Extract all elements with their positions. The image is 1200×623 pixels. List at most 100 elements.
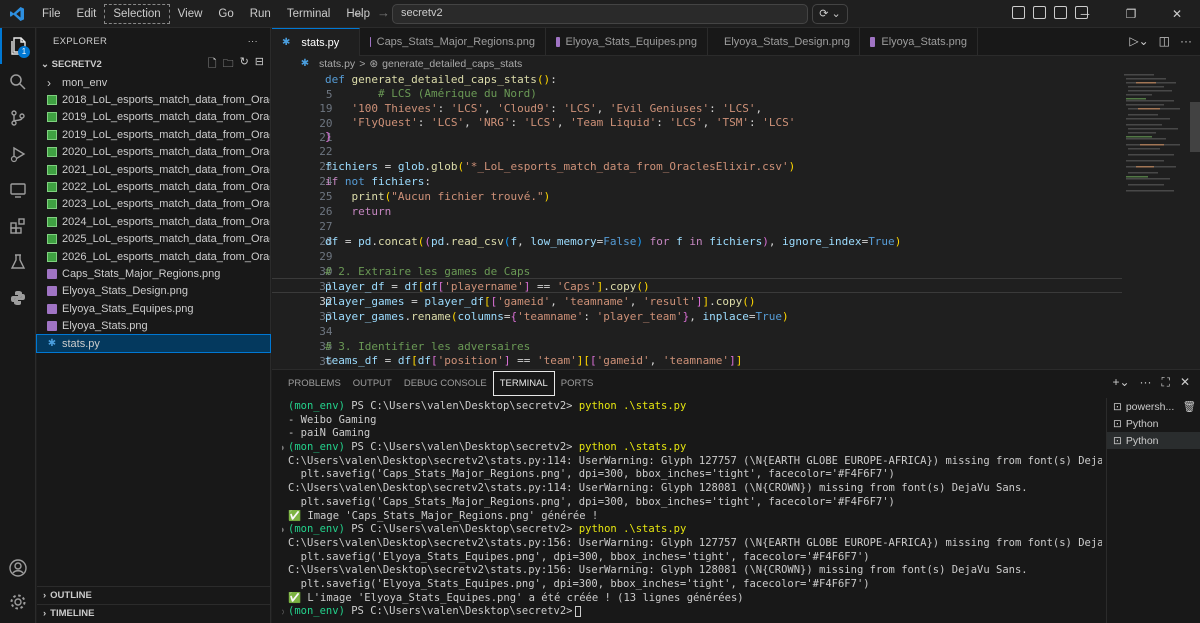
tree-file[interactable]: 2019_LoL_esports_match_data_from_Oracles… [37, 109, 270, 126]
tab-terminal[interactable]: TERMINAL [492, 370, 555, 396]
tab-elyoya-design[interactable]: Elyoya_Stats_Design.png [708, 28, 860, 56]
forward-arrow-icon[interactable]: → [377, 5, 390, 20]
command-decoration-icon: ○ [282, 605, 284, 619]
code-line: 25 if not fichiers: [272, 174, 1122, 203]
timeline-section[interactable]: › TIMELINE [37, 604, 271, 621]
back-arrow-icon[interactable]: ← [352, 5, 365, 20]
remote-explorer-activity[interactable] [0, 172, 36, 208]
explorer-more-icon[interactable]: ··· [248, 36, 258, 47]
terminal-output[interactable]: (mon_env) PS C:\Users\valen\Desktop\secr… [282, 400, 1102, 622]
tree-file[interactable]: ✱ stats.py [36, 333, 271, 354]
minimize-icon[interactable]: ─ [1062, 0, 1108, 28]
terminal-instance-python-active[interactable]: ⊡ Python [1107, 432, 1200, 449]
explorer-activity[interactable]: 1 [0, 28, 36, 64]
menu-run[interactable]: Run [242, 5, 279, 23]
collapse-all-icon[interactable]: ⊟ [255, 55, 264, 74]
manage-activity[interactable] [0, 584, 36, 620]
python-activity[interactable] [0, 280, 36, 316]
tab-output[interactable]: OUTPUT [347, 372, 398, 395]
terminal-line: C:\Users\valen\Desktop\secretv2\stats.py… [288, 482, 1028, 495]
maximize-panel-icon[interactable]: ⛶ [1162, 375, 1170, 390]
new-file-icon[interactable]: 🗋 [208, 55, 217, 74]
tree-file[interactable]: 2018_LoL_esports_match_data_from_Oracles… [37, 91, 270, 108]
panel-more-icon[interactable]: ··· [1140, 375, 1152, 390]
editor-tabs: ✱ stats.py Caps_Stats_Major_Regions.png … [272, 28, 1200, 56]
tree-file[interactable]: 2023_LoL_esports_match_data_from_Oracles… [37, 196, 270, 213]
new-terminal-icon[interactable]: +⌄ [1112, 375, 1129, 390]
more-actions-icon[interactable]: ··· [1180, 34, 1192, 48]
tree-file[interactable]: 2024_LoL_esports_match_data_from_Oracles… [37, 213, 270, 230]
close-panel-icon[interactable]: ✕ [1180, 375, 1190, 390]
tree-item-label: 2022_LoL_esports_match_data_from_Oracles… [62, 181, 270, 194]
editor-scrollbar[interactable] [1190, 102, 1200, 152]
menu-view[interactable]: View [170, 5, 211, 23]
menu-edit[interactable]: Edit [69, 5, 105, 23]
outline-section[interactable]: › OUTLINE [37, 586, 271, 603]
extensions-icon [10, 218, 25, 234]
tab-stats-py[interactable]: ✱ stats.py [272, 28, 360, 56]
image-file-icon [47, 321, 57, 332]
tree-file[interactable]: 2021_LoL_esports_match_data_from_Oracles… [37, 161, 270, 178]
split-editor-icon[interactable]: ◫ [1159, 34, 1170, 48]
menu-file[interactable]: File [34, 5, 69, 23]
python-icon [11, 291, 25, 305]
refresh-icon[interactable]: ↻ [240, 55, 249, 74]
copilot-button[interactable]: ⟳ ⌄ [812, 4, 848, 24]
tree-folder-mon_env[interactable]: › mon_env [37, 74, 270, 91]
menu-selection[interactable]: Selection [104, 3, 170, 24]
chevron-down-icon: ⌄ [41, 58, 52, 70]
tree-file[interactable]: Elyoya_Stats_Design.png [37, 283, 270, 300]
menu-go[interactable]: Go [210, 5, 241, 23]
tree-file[interactable]: Caps_Stats_Major_Regions.png [37, 265, 270, 282]
code-line: 29 df = pd.concat((pd.read_csv(f, low_me… [272, 234, 1122, 263]
code-editor[interactable]: 5 def generate_detailed_caps_stats(): 19… [272, 72, 1200, 382]
terminal-instance-powershell[interactable]: ⊡ powersh... 🗑 [1107, 398, 1200, 415]
tree-file[interactable]: 2025_LoL_esports_match_data_from_Oracles… [37, 231, 270, 248]
gear-icon [10, 594, 26, 610]
source-control-activity[interactable] [0, 100, 36, 136]
command-center-search[interactable]: secretv2 [392, 4, 808, 24]
run-debug-activity[interactable] [0, 136, 36, 172]
trash-icon[interactable]: 🗑 [1183, 400, 1196, 413]
restore-icon[interactable]: ❐ [1108, 0, 1154, 28]
accounts-activity[interactable] [0, 550, 36, 586]
terminal-instance-python[interactable]: ⊡ Python [1107, 415, 1200, 432]
close-icon[interactable]: ✕ [1154, 0, 1200, 28]
breadcrumb-symbol[interactable]: generate_detailed_caps_stats [382, 58, 522, 70]
breadcrumb-separator: > [359, 58, 366, 70]
new-folder-icon[interactable]: 🗀 [223, 55, 234, 74]
testing-activity[interactable] [0, 244, 36, 280]
breadcrumb-file[interactable]: stats.py [319, 58, 355, 70]
toggle-primary-sidebar-icon[interactable] [1012, 6, 1025, 19]
csv-file-icon [47, 95, 57, 106]
minimap[interactable] [1122, 72, 1186, 202]
tab-elyoya-equipes[interactable]: Elyoya_Stats_Equipes.png [546, 28, 708, 56]
tree-file[interactable]: 2026_LoL_esports_match_data_from_Oracles… [37, 248, 270, 265]
extensions-activity[interactable] [0, 208, 36, 244]
tree-item-label: Elyoya_Stats_Design.png [62, 285, 188, 298]
search-activity[interactable] [0, 64, 36, 100]
tab-ports[interactable]: PORTS [555, 372, 600, 395]
workspace-folder[interactable]: ⌄ SECRETV2 🗋 🗀 ↻ ⊟ [37, 54, 270, 74]
tree-file[interactable]: 2022_LoL_esports_match_data_from_Oracles… [37, 178, 270, 195]
csv-file-icon [47, 147, 57, 158]
tree-item-label: 2018_LoL_esports_match_data_from_Oracles… [62, 94, 270, 107]
terminal-line: C:\Users\valen\Desktop\secretv2\stats.py… [288, 564, 1028, 577]
menu-terminal[interactable]: Terminal [279, 5, 338, 23]
tab-elyoya-stats[interactable]: Elyoya_Stats.png [860, 28, 978, 56]
tree-file[interactable]: 2019_LoL_esports_match_data_from_Oracles… [37, 126, 270, 143]
tree-item-label: Caps_Stats_Major_Regions.png [62, 267, 221, 280]
tab-debug-console[interactable]: DEBUG CONSOLE [398, 372, 493, 395]
code-line: 31 # 2. Extraire les games de Caps [272, 264, 1122, 293]
tab-problems[interactable]: PROBLEMS [282, 372, 347, 395]
csv-file-icon [47, 216, 57, 227]
title-bar: File Edit Selection View Go Run Terminal… [0, 0, 1200, 28]
toggle-panel-icon[interactable] [1033, 6, 1046, 19]
terminal-icon: ⊡ [1113, 434, 1122, 447]
tree-file[interactable]: Elyoya_Stats_Equipes.png [37, 300, 270, 317]
tree-file[interactable]: Elyoya_Stats.png [37, 317, 270, 334]
run-python-icon[interactable]: ▷⌄ [1129, 34, 1148, 48]
csv-file-icon [47, 182, 57, 193]
tab-caps-stats[interactable]: Caps_Stats_Major_Regions.png [360, 28, 546, 56]
tree-file[interactable]: 2020_LoL_esports_match_data_from_Oracles… [37, 144, 270, 161]
